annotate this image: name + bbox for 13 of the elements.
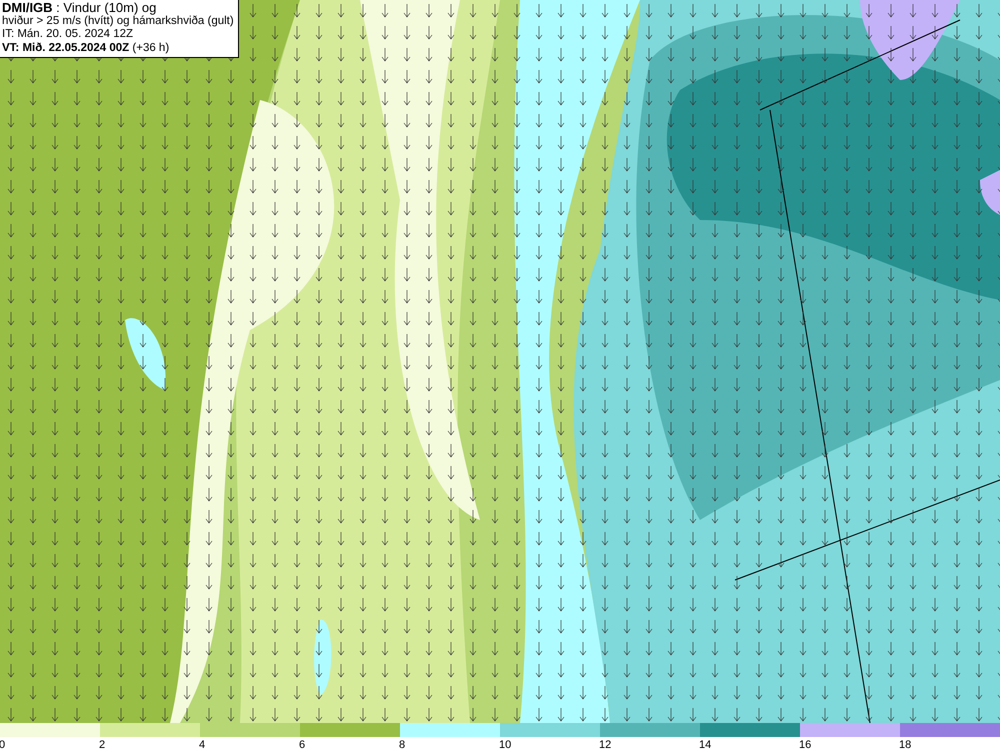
legend-label: 18 (899, 739, 912, 751)
legend-label: 10 (499, 739, 512, 751)
title-line: IT: Mán. 20. 05. 2024 12Z (2, 28, 134, 42)
title-line: hviður > 25 m/s (hvítt) og hámarkshviða (gult) (2, 14, 234, 28)
legend-label: 4 (199, 739, 206, 751)
legend-label: 12 (599, 739, 612, 751)
legend-label: 14 (699, 739, 712, 751)
title-line: VT: Mið. 22.05.2024 00Z (+36 h) (2, 42, 170, 55)
legend-label: 16 (799, 739, 812, 751)
title-line: DMI/IGB : Vindur (10m) og (2, 1, 158, 14)
legend-label: 6 (299, 739, 306, 751)
legend-label: 2 (99, 739, 106, 751)
legend-label: 8 (399, 739, 406, 751)
